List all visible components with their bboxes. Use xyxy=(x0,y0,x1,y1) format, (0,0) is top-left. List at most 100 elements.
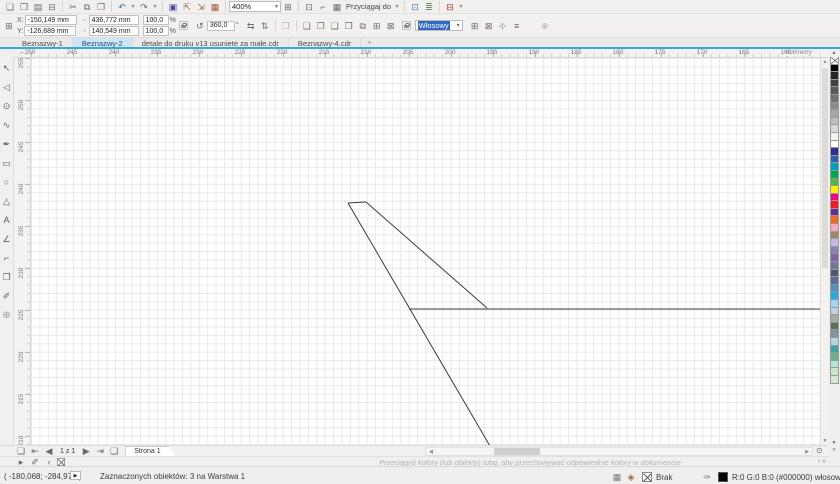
chevron-down-icon[interactable]: ▾ xyxy=(272,3,278,10)
options-icon[interactable]: ⊡ xyxy=(408,1,422,13)
no-fill-swatch[interactable] xyxy=(642,472,652,482)
paste-icon[interactable]: ❐ xyxy=(94,1,108,13)
zoom-tool-icon[interactable]: ⊙ xyxy=(1,98,13,117)
outline-pen-icon[interactable]: ✑ xyxy=(700,471,714,483)
document-tab[interactable]: Beznazwy-1 xyxy=(13,38,73,47)
ungroup-icon[interactable]: ⊞ xyxy=(370,20,384,32)
freehand-tool-icon[interactable]: ∿ xyxy=(1,117,13,136)
horizontal-scrollbar[interactable]: ◀ ▶ xyxy=(425,447,813,456)
to-front-icon[interactable]: ❏ xyxy=(300,20,314,32)
object-styles-icon[interactable]: ≣ xyxy=(422,1,436,13)
x-position-field[interactable]: -150,149 mm xyxy=(25,15,77,25)
undo-dropdown-icon[interactable]: ▾ xyxy=(129,1,137,13)
scale-v-field[interactable]: 100,0 xyxy=(143,26,169,36)
fill-type-icon[interactable]: ◈ xyxy=(624,471,638,483)
add-tool-button[interactable]: ⊕ xyxy=(1,307,13,326)
snap-dropdown-icon[interactable]: ▾ xyxy=(393,1,401,13)
ellipse-tool-icon[interactable]: ○ xyxy=(1,174,13,193)
document-tab[interactable]: Beznazwy-4.cdr xyxy=(289,38,361,47)
palette-scroll-up-icon[interactable]: ▲ xyxy=(832,49,837,57)
redo-icon[interactable]: ↷ xyxy=(137,1,151,13)
zoom-level-combo[interactable]: 400% ▾ xyxy=(229,1,281,12)
document-tab[interactable]: detale do druku v13 usuniete za małe.cdr xyxy=(133,38,289,47)
add-preset-icon[interactable]: ⊕ xyxy=(538,20,552,32)
new-document-icon[interactable]: ❏ xyxy=(3,1,17,13)
back-one-icon[interactable]: ❒ xyxy=(342,20,356,32)
no-color-swatch[interactable] xyxy=(830,57,839,65)
chevron-down-icon[interactable]: ▾ xyxy=(454,22,460,29)
open-icon[interactable]: ❒ xyxy=(17,1,31,13)
scroll-right-icon[interactable]: ▶ xyxy=(803,449,811,455)
undo-icon[interactable]: ↶ xyxy=(115,1,129,13)
show-grid-icon[interactable]: ▦ xyxy=(330,1,344,13)
scale-lock-icon[interactable] xyxy=(179,21,188,30)
document-color-settings-icon[interactable]: ▦ xyxy=(610,471,624,483)
to-back-icon[interactable]: ❐ xyxy=(314,20,328,32)
rectangle-tool-icon[interactable]: ▭ xyxy=(1,155,13,174)
align-distribute-icon[interactable]: ≡ xyxy=(510,20,524,32)
object-height-icon[interactable]: ↕ xyxy=(81,25,89,37)
horizontal-scroll-thumb[interactable] xyxy=(494,448,540,455)
drawing-objects[interactable] xyxy=(31,58,820,445)
drawing-canvas[interactable] xyxy=(31,58,820,445)
application-launcher-icon[interactable]: ⊞ xyxy=(281,1,295,13)
forward-one-icon[interactable]: ❑ xyxy=(328,20,342,32)
palette-scroll-down-icon[interactable]: ▼ xyxy=(832,439,837,447)
doc-palette-scroll-right[interactable]: › » xyxy=(818,458,826,465)
zoom-magnifier-icon[interactable]: ⊙ xyxy=(816,446,823,455)
outline-lock-icon[interactable] xyxy=(402,21,411,30)
copy-icon[interactable]: ⧉ xyxy=(80,1,94,13)
edit-anchor-icon[interactable]: ❐ xyxy=(279,20,293,32)
full-screen-preview-icon[interactable]: ⊡ xyxy=(302,1,316,13)
search-content-icon[interactable]: ▣ xyxy=(166,1,180,13)
mirror-horizontal-icon[interactable]: ⇆ xyxy=(244,20,258,32)
scroll-left-icon[interactable]: ◀ xyxy=(427,449,435,455)
polygon-tool-icon[interactable]: △ xyxy=(1,193,13,212)
snap-to-button[interactable]: Przyciągaj do xyxy=(344,2,393,11)
scale-h-field[interactable]: 100,0 xyxy=(143,15,169,25)
color-swatch[interactable] xyxy=(830,375,839,384)
status-flyout-button[interactable]: ▶ xyxy=(70,471,81,480)
pick-tool-icon[interactable]: ↖ xyxy=(1,60,13,79)
show-rulers-icon[interactable]: ⌐ xyxy=(316,1,330,13)
object-height-field[interactable]: 140,549 mm xyxy=(89,26,139,36)
drop-shadow-tool-icon[interactable]: ❐ xyxy=(1,269,13,288)
redo-dropdown-icon[interactable]: ▾ xyxy=(151,1,159,13)
export-icon[interactable]: ⇲ xyxy=(194,1,208,13)
combine-icon[interactable]: ⊠ xyxy=(384,20,398,32)
welcome-dropdown-icon[interactable]: ▾ xyxy=(457,1,465,13)
long-diagonal-line[interactable] xyxy=(348,203,490,445)
shape-tool-icon[interactable]: ◁ xyxy=(1,79,13,98)
snap-off-icon[interactable]: ⊹ xyxy=(496,20,510,32)
eyedropper-tool-icon[interactable]: ✐ xyxy=(1,288,13,307)
dimension-tool-icon[interactable]: ∠ xyxy=(1,231,13,250)
no-color-swatch[interactable] xyxy=(57,458,65,466)
page-tab[interactable]: Strona 1 xyxy=(125,446,175,456)
print-icon[interactable]: ⊟ xyxy=(45,1,59,13)
bezier-tool-icon[interactable]: ✒ xyxy=(1,136,13,155)
mirror-vertical-icon[interactable]: ⇅ xyxy=(258,20,272,32)
y-position-field[interactable]: -126,689 mm xyxy=(24,26,76,36)
connector-tool-icon[interactable]: ⌐ xyxy=(1,250,13,269)
new-document-tab-button[interactable]: + xyxy=(361,38,378,47)
wrap-paragraph-text-icon[interactable]: ⊞ xyxy=(468,20,482,32)
triangle-hypotenuse[interactable] xyxy=(366,202,487,308)
object-position-icon[interactable]: ⊞ xyxy=(2,20,16,32)
outline-color-swatch[interactable] xyxy=(718,472,728,482)
vertical-ruler[interactable]: 255250245240235230225220215210 xyxy=(14,58,31,445)
group-icon[interactable]: ⧉ xyxy=(356,20,370,32)
import-icon[interactable]: ⇱ xyxy=(180,1,194,13)
rotation-angle-field[interactable]: 360,0 xyxy=(207,21,235,31)
rotation-angle-icon[interactable]: ↺ xyxy=(193,20,207,32)
vertical-scrollbar[interactable]: ▲ ▼ xyxy=(820,58,828,445)
edit-fill-icon[interactable]: ⊠ xyxy=(482,20,496,32)
welcome-screen-icon[interactable]: ⊟ xyxy=(443,1,457,13)
cut-icon[interactable]: ✂ xyxy=(66,1,80,13)
save-icon[interactable]: ▤ xyxy=(31,1,45,13)
text-tool-icon[interactable]: A xyxy=(1,212,13,231)
document-tab[interactable]: Beznazwy-2 xyxy=(73,38,133,47)
object-width-field[interactable]: 436,772 mm xyxy=(89,15,139,25)
outline-width-combo[interactable]: Włosowy ▾ xyxy=(415,20,463,31)
triangle-top-edge[interactable] xyxy=(348,202,366,203)
palette-flyout-icon[interactable]: » xyxy=(832,447,835,453)
